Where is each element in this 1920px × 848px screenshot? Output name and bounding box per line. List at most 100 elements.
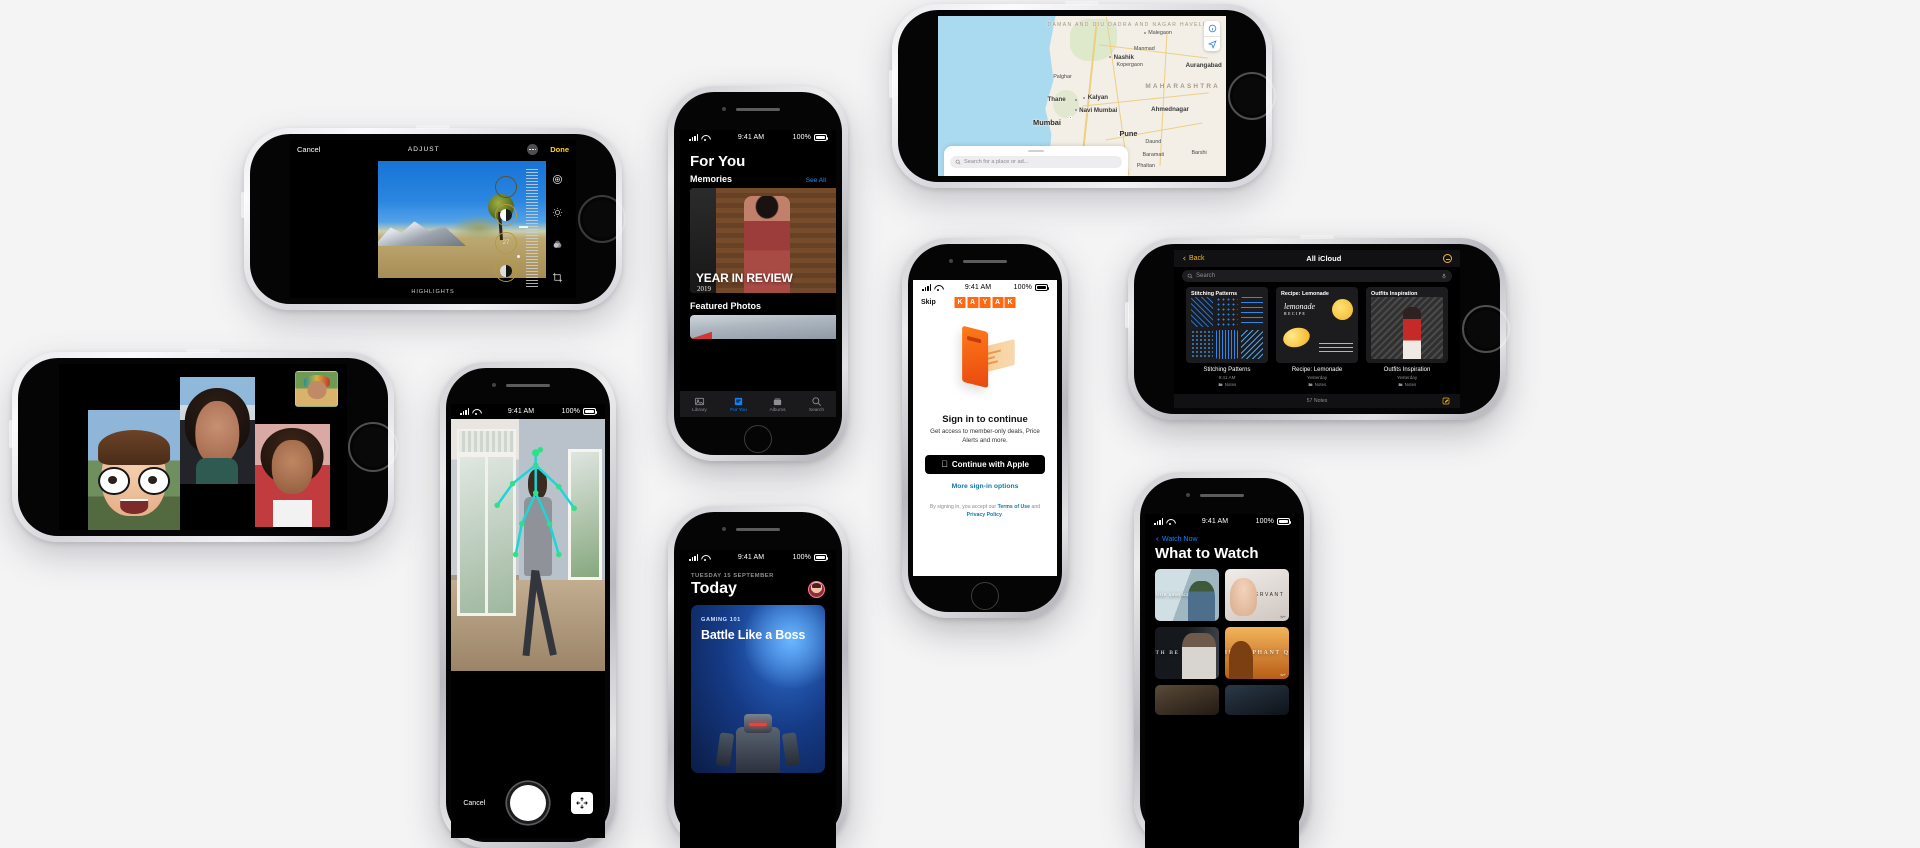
map-canvas[interactable]: DAMAN AND DIU DADRA AND NAGAR HAVELI MAH…: [938, 16, 1226, 176]
place-label[interactable]: Manmad: [1134, 46, 1155, 52]
auto-enhance-icon[interactable]: [552, 174, 563, 185]
slider-ruler[interactable]: [517, 169, 538, 288]
search-placeholder: Search for a place or ad...: [964, 159, 1029, 165]
place-label[interactable]: Pune: [1119, 129, 1137, 138]
volume-button[interactable]: [889, 70, 893, 98]
map-pin[interactable]: [1143, 32, 1146, 34]
crop-icon[interactable]: [552, 272, 563, 283]
back-button[interactable]: Back: [1182, 255, 1205, 262]
place-label[interactable]: Kopergaon: [1117, 62, 1143, 68]
memories-carousel[interactable]: YEAR IN REVIEW 2019: [680, 188, 836, 293]
tab-albums[interactable]: Albums: [758, 396, 797, 413]
search-input[interactable]: Search for a place or ad...: [950, 156, 1123, 168]
sheet-grabber[interactable]: [1028, 150, 1045, 152]
home-button[interactable]: [971, 582, 999, 610]
note-item[interactable]: Outfits Inspiration Outfits Inspiration …: [1366, 287, 1448, 394]
done-button[interactable]: Done: [550, 145, 569, 154]
map-controls[interactable]: [1204, 21, 1220, 51]
shows-grid[interactable]: little america tv+ SERVANT tv+ TRUTH BE …: [1145, 569, 1299, 679]
show-card[interactable]: [1155, 685, 1219, 715]
place-label[interactable]: Phaltan: [1137, 163, 1155, 169]
notes-grid[interactable]: Stitching Patterns Stitching Patterns 9:…: [1174, 287, 1460, 394]
slider-knob[interactable]: [519, 226, 528, 228]
self-view-pip[interactable]: [295, 370, 339, 408]
skip-button[interactable]: Skip: [921, 299, 936, 306]
place-label[interactable]: Palghar: [1053, 74, 1072, 80]
home-button[interactable]: [1228, 72, 1276, 120]
tab-search[interactable]: Search: [797, 396, 836, 413]
earpiece-speaker: [963, 260, 1007, 263]
search-input[interactable]: Search: [1182, 270, 1452, 282]
signin-subtext: Get access to member-only deals, Price A…: [930, 428, 1040, 444]
home-button[interactable]: [1462, 305, 1510, 353]
back-button[interactable]: Watch Now: [1145, 529, 1299, 543]
place-label[interactable]: Daund: [1145, 139, 1161, 145]
memory-card[interactable]: YEAR IN REVIEW 2019: [690, 188, 836, 293]
show-card[interactable]: TRUTH BE TOLD tv+: [1155, 627, 1219, 679]
phone-screen: 9:41 AM 100% Skip K A Y A K Sign in to c…: [913, 280, 1057, 576]
compose-note-icon[interactable]: [1442, 397, 1450, 405]
map-pin[interactable]: [1074, 108, 1077, 111]
featured-card[interactable]: [690, 315, 836, 339]
featured-carousel[interactable]: [680, 315, 836, 339]
show-card[interactable]: SERVANT tv+: [1225, 569, 1289, 621]
place-label[interactable]: Nashik: [1114, 54, 1134, 61]
place-label[interactable]: Thane: [1047, 96, 1065, 103]
note-thumbnail[interactable]: Outfits Inspiration: [1366, 287, 1448, 363]
place-label[interactable]: Malegaon: [1148, 30, 1172, 36]
tab-for-you[interactable]: For You: [719, 396, 758, 413]
participant-tile[interactable]: [254, 423, 330, 527]
account-avatar[interactable]: [808, 580, 825, 598]
camera-viewfinder[interactable]: [451, 419, 605, 671]
dial-value[interactable]: 27: [495, 231, 517, 254]
place-label[interactable]: Baramati: [1142, 152, 1164, 158]
volume-button[interactable]: [9, 420, 13, 448]
shutter-button[interactable]: [509, 785, 546, 821]
place-label[interactable]: Aurangabad: [1186, 62, 1222, 69]
show-card[interactable]: little america tv+: [1155, 569, 1219, 621]
place-label[interactable]: Mumbai: [1033, 118, 1061, 127]
volume-button[interactable]: [1125, 302, 1129, 328]
note-item[interactable]: Recipe: Lemonade lemonade RECIPE Recipe:…: [1276, 287, 1358, 394]
note-thumbnail[interactable]: Recipe: Lemonade lemonade RECIPE: [1276, 287, 1358, 363]
home-button[interactable]: [348, 422, 398, 472]
home-button[interactable]: [744, 425, 772, 453]
place-label[interactable]: Ahmednagar: [1151, 106, 1189, 113]
continue-with-apple-button[interactable]:  Continue with Apple: [925, 454, 1045, 474]
place-label[interactable]: Kalyan: [1088, 94, 1108, 101]
terms-link[interactable]: Terms of Use: [998, 504, 1030, 510]
privacy-link[interactable]: Privacy Policy: [967, 512, 1002, 518]
more-options-icon[interactable]: [527, 144, 539, 155]
note-thumbnail[interactable]: Stitching Patterns: [1186, 287, 1268, 363]
home-button[interactable]: [578, 195, 626, 243]
more-options-icon[interactable]: [1443, 254, 1452, 263]
show-card[interactable]: [1225, 685, 1289, 715]
location-arrow-icon[interactable]: [1204, 36, 1220, 51]
brightness-icon[interactable]: [552, 207, 563, 218]
adjust-tool-rail[interactable]: [546, 163, 568, 294]
see-all-link[interactable]: See All: [806, 177, 826, 184]
tab-bar[interactable]: Library For You Albums Search: [680, 391, 836, 417]
featured-story-card[interactable]: GAMING 101 Battle Like a Boss: [691, 605, 825, 773]
place-label[interactable]: Navi Mumbai: [1079, 107, 1117, 114]
dial-contrast[interactable]: [495, 259, 517, 282]
shows-grid-row3[interactable]: [1145, 679, 1299, 715]
cancel-button[interactable]: Cancel: [297, 145, 320, 154]
ar-object-capture-icon[interactable]: [570, 792, 593, 814]
adjustment-dials[interactable]: 27: [488, 159, 524, 298]
place-label[interactable]: Barshi: [1191, 150, 1206, 156]
participant-memoji-tile[interactable]: [87, 410, 180, 530]
show-card[interactable]: THE ELEPHANT QUEEN tv+: [1225, 627, 1289, 679]
color-icon[interactable]: [552, 239, 563, 250]
status-bar: 9:41 AM 100%: [913, 280, 1057, 295]
lemon-art: [1281, 325, 1312, 350]
info-icon[interactable]: [1204, 21, 1220, 36]
dial-previous[interactable]: [495, 175, 517, 198]
more-signin-options-link[interactable]: More sign-in options: [913, 483, 1057, 490]
cancel-button[interactable]: Cancel: [463, 800, 485, 807]
dial-exposure[interactable]: [495, 203, 517, 226]
participant-tile[interactable]: [179, 377, 255, 484]
volume-button[interactable]: [241, 192, 245, 218]
tab-library[interactable]: Library: [680, 396, 719, 413]
note-item[interactable]: Stitching Patterns Stitching Patterns 9:…: [1186, 287, 1268, 394]
